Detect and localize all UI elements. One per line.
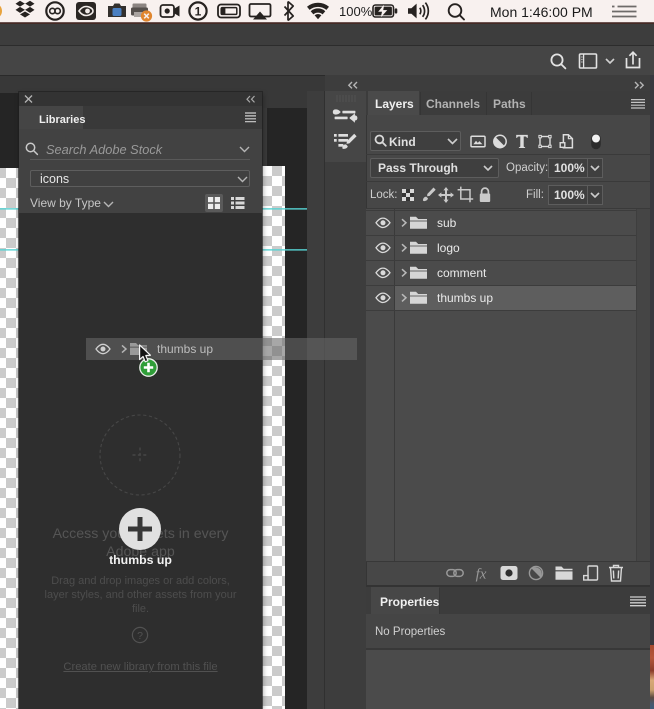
svg-text:1: 1 — [195, 4, 202, 18]
svg-text:?: ? — [137, 630, 143, 642]
svg-text:fx: fx — [476, 567, 487, 583]
